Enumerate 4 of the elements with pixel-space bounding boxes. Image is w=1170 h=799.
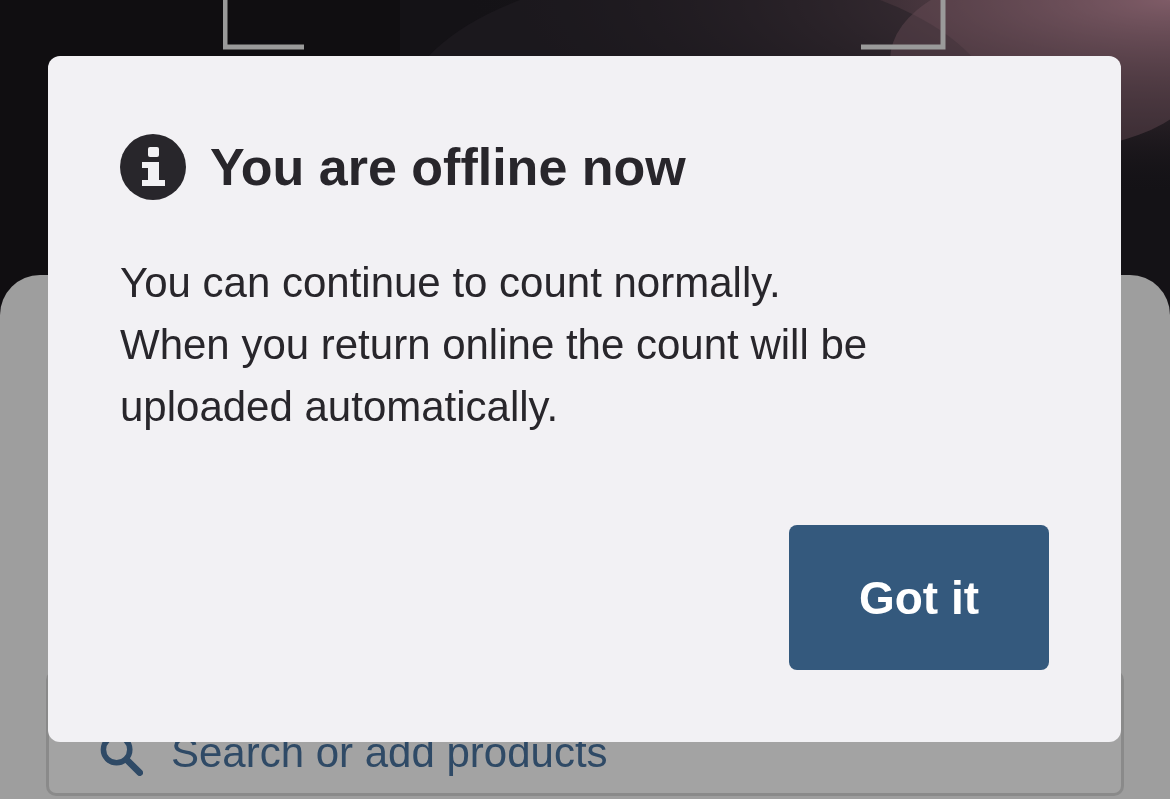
dialog-message: You can continue to count normally. When you return online the count will be uploaded automatically. <box>120 258 869 432</box>
dialog-title: You are offline now <box>210 137 686 197</box>
got-it-button[interactable]: Got it <box>789 525 1049 670</box>
info-icon <box>120 134 186 200</box>
